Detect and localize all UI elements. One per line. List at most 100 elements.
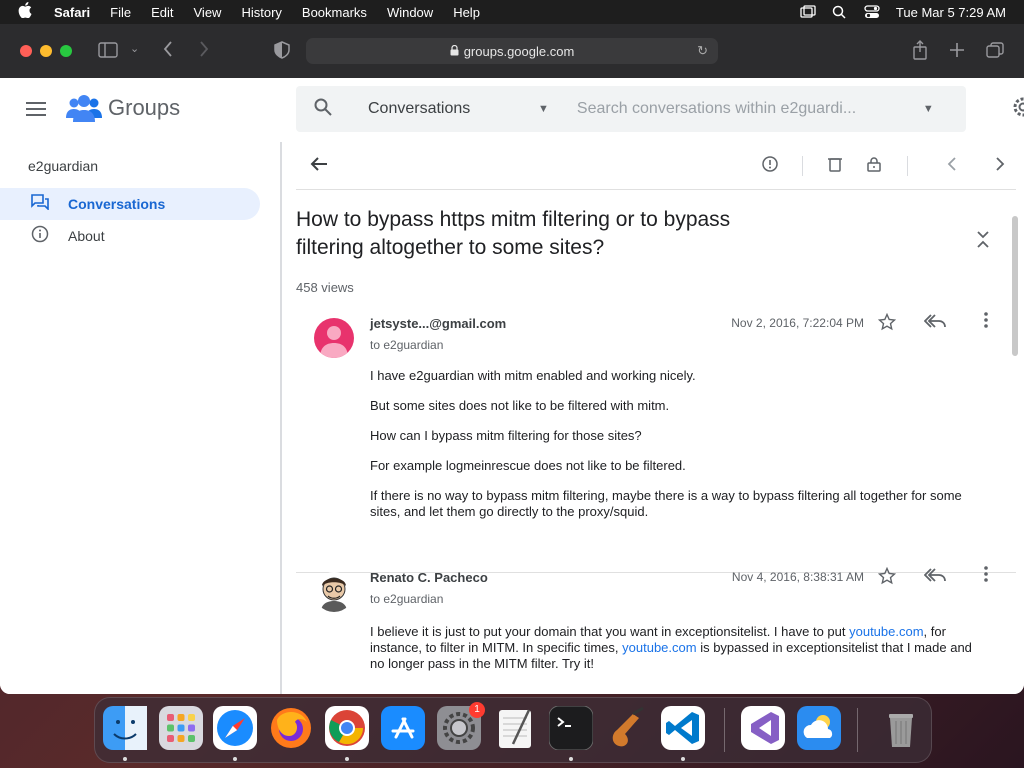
message-author[interactable]: Renato C. Pacheco — [370, 570, 488, 585]
share-icon[interactable] — [912, 40, 928, 65]
message-paragraph: I have e2guardian with mitm enabled and … — [370, 368, 696, 383]
collapse-all-icon[interactable] — [976, 230, 990, 250]
privacy-shield-icon[interactable] — [274, 41, 290, 64]
url-text: groups.google.com — [463, 43, 575, 59]
spotlight-search-icon[interactable] — [832, 5, 848, 19]
apple-icon[interactable] — [18, 2, 38, 22]
running-indicator — [681, 757, 685, 761]
message-paragraph: For example logmeinrescue does not like … — [370, 458, 686, 473]
message-date: Nov 2, 2016, 7:22:04 PM — [731, 316, 864, 330]
main-menu-icon[interactable] — [26, 102, 46, 116]
control-center-icon[interactable] — [864, 5, 880, 19]
dock-separator — [724, 708, 725, 752]
scope-dropdown-icon[interactable]: ▼ — [538, 103, 549, 115]
star-icon[interactable] — [877, 312, 897, 336]
menu-bar: Safari File Edit View History Bookmarks … — [0, 0, 1024, 24]
more-options-icon[interactable] — [984, 566, 988, 587]
conversations-icon — [30, 194, 50, 214]
reply-all-icon[interactable] — [923, 313, 946, 334]
reload-icon[interactable]: ↻ — [697, 43, 708, 59]
running-indicator — [123, 757, 127, 761]
delete-icon[interactable] — [828, 156, 842, 177]
back-arrow-icon[interactable] — [310, 156, 328, 177]
new-tab-icon[interactable] — [949, 42, 965, 63]
garageband-app-icon[interactable] — [605, 706, 649, 750]
safari-app-icon[interactable] — [213, 706, 257, 750]
menu-edit[interactable]: Edit — [151, 5, 173, 20]
close-window-button[interactable] — [20, 45, 32, 57]
search-scope-select[interactable]: Conversations — [368, 100, 538, 118]
avatar[interactable] — [314, 318, 354, 358]
launchpad-app-icon[interactable] — [159, 706, 203, 750]
address-bar[interactable]: groups.google.com ↻ — [306, 38, 718, 64]
menu-app-safari[interactable]: Safari — [54, 5, 90, 20]
groups-logo[interactable]: Groups — [66, 94, 180, 122]
running-indicator — [345, 757, 349, 761]
previous-thread-icon[interactable] — [947, 156, 957, 177]
page-scrollbar[interactable] — [1012, 216, 1018, 356]
sidebar-toggle-icon[interactable] — [98, 42, 118, 63]
browser-toolbar: ⌄ groups.google.com ↻ — [0, 24, 1024, 78]
avatar[interactable] — [314, 572, 354, 612]
menu-file[interactable]: File — [110, 5, 131, 20]
sidebar: Groups e2guardian Conversations About — [0, 78, 280, 694]
menu-bookmarks[interactable]: Bookmarks — [302, 5, 367, 20]
star-icon[interactable] — [877, 566, 897, 590]
settings-gear-icon[interactable] — [1012, 96, 1024, 124]
sidebar-item-about[interactable]: About — [0, 220, 260, 252]
finder-app-icon[interactable] — [103, 706, 147, 750]
visual-studio-app-icon[interactable] — [741, 706, 785, 750]
search-input[interactable]: Search conversations within e2guardi... — [577, 100, 907, 118]
view-count: 458 views — [296, 280, 354, 295]
more-options-icon[interactable] — [984, 312, 988, 333]
message-date: Nov 4, 2016, 8:38:31 AM — [731, 570, 864, 584]
message-paragraph: But some sites does not like to be filte… — [370, 398, 670, 413]
menu-help[interactable]: Help — [453, 5, 480, 20]
message-2: Renato C. Pacheco to e2guardian Nov 4, 2… — [296, 562, 1016, 694]
notification-badge: 1 — [469, 702, 485, 718]
zoom-window-button[interactable] — [60, 45, 72, 57]
message-recipient: to e2guardian — [370, 592, 444, 606]
menu-history[interactable]: History — [241, 5, 281, 20]
lock-thread-icon[interactable] — [867, 156, 881, 177]
message-author[interactable]: jetsyste...@gmail.com — [370, 316, 506, 331]
minimize-window-button[interactable] — [40, 45, 52, 57]
search-options-icon[interactable]: ▼ — [923, 103, 934, 115]
tab-overview-icon[interactable] — [986, 42, 1004, 63]
next-thread-icon[interactable] — [995, 156, 1005, 177]
lock-icon — [450, 44, 459, 59]
youtube-link[interactable]: youtube.com — [622, 640, 696, 655]
window-controls — [20, 45, 72, 57]
menu-view[interactable]: View — [194, 5, 222, 20]
trash-icon[interactable] — [879, 706, 923, 750]
search-icon[interactable] — [314, 98, 332, 121]
menu-window[interactable]: Window — [387, 5, 433, 20]
back-icon[interactable] — [162, 40, 174, 63]
youtube-link[interactable]: youtube.com — [849, 624, 923, 639]
textedit-app-icon[interactable] — [493, 706, 537, 750]
dock: 1 — [94, 697, 932, 763]
app-store-icon[interactable] — [381, 706, 425, 750]
message-recipient: to e2guardian — [370, 338, 444, 352]
screen-mirroring-icon[interactable] — [800, 5, 816, 19]
sidebar-item-conversations[interactable]: Conversations — [0, 188, 260, 220]
message-paragraph: If there is no way to bypass mitm filter… — [370, 488, 962, 519]
clock[interactable]: Tue Mar 5 7:29 AM — [896, 5, 1006, 20]
info-icon — [30, 225, 50, 247]
chrome-app-icon[interactable] — [325, 706, 369, 750]
reply-all-icon[interactable] — [923, 567, 946, 588]
search-bar: Conversations ▼ Search conversations wit… — [296, 86, 966, 132]
terminal-app-icon[interactable] — [548, 705, 594, 751]
report-icon[interactable] — [762, 156, 778, 177]
running-indicator — [569, 757, 573, 761]
forward-icon[interactable] — [198, 40, 210, 63]
system-settings-app-icon[interactable]: 1 — [437, 702, 485, 750]
thread-title: How to bypass https mitm filtering or to… — [296, 208, 731, 259]
message-paragraph: I believe it is just to put your domain … — [370, 624, 980, 672]
firefox-app-icon[interactable] — [269, 706, 313, 750]
chevron-down-icon[interactable]: ⌄ — [130, 42, 139, 55]
vscode-app-icon[interactable] — [661, 706, 705, 750]
group-name[interactable]: e2guardian — [28, 158, 98, 174]
thread-toolbar — [296, 142, 1016, 190]
weather-app-icon[interactable] — [797, 706, 841, 750]
